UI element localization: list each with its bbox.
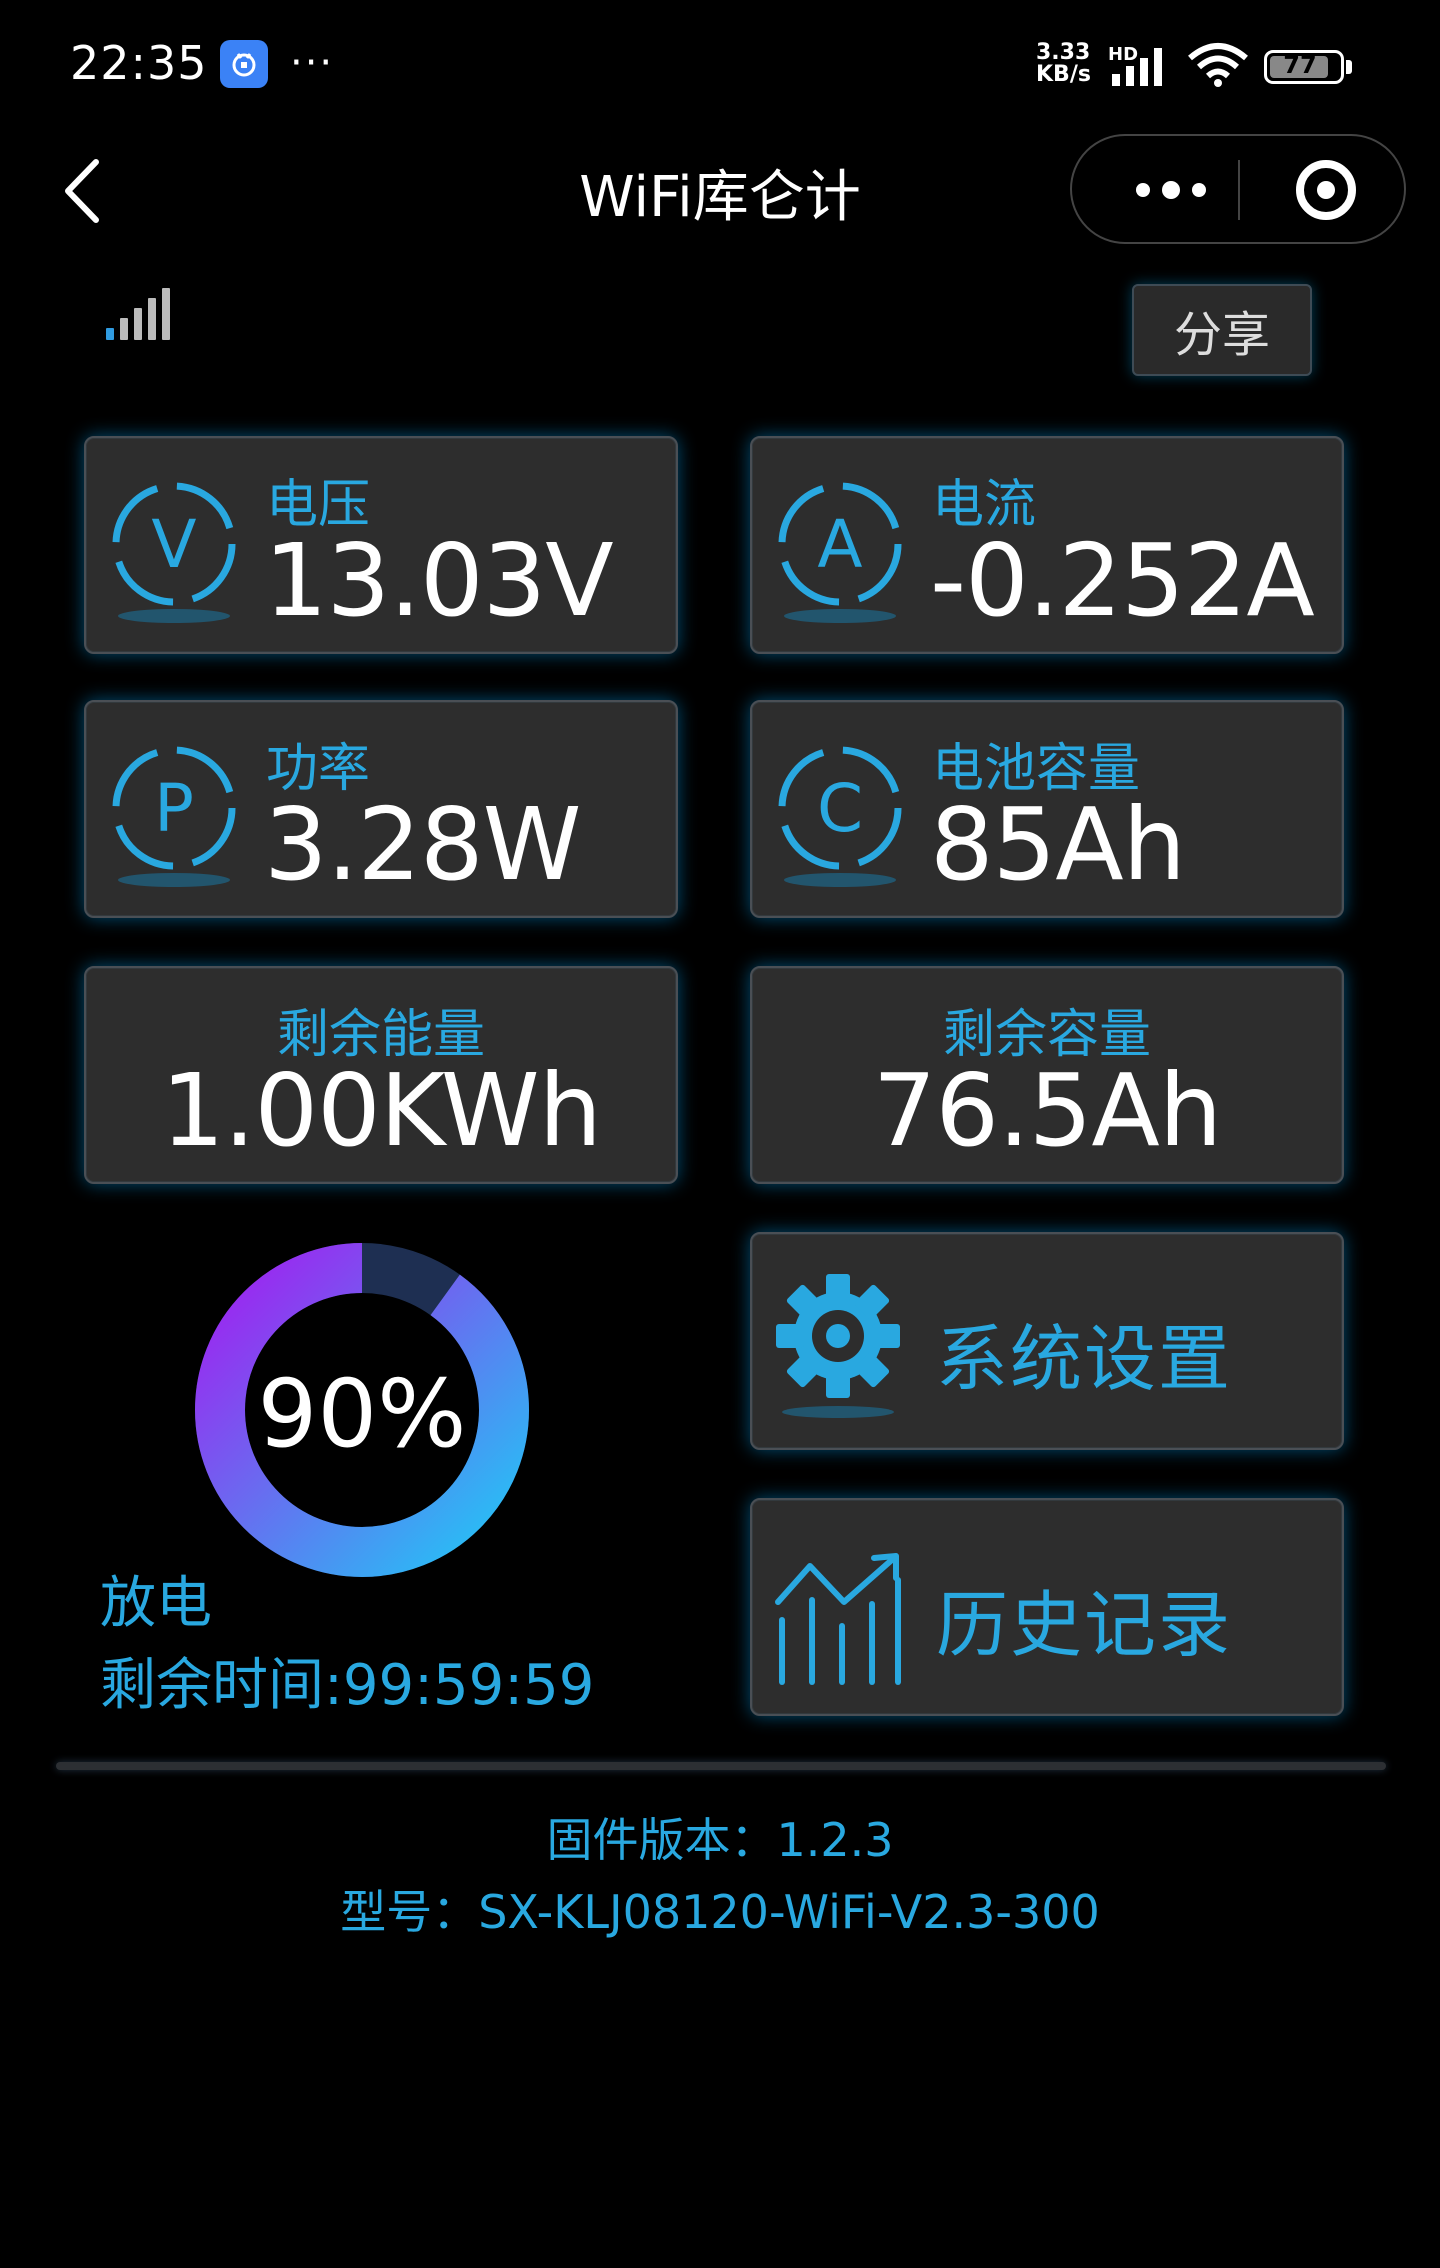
battery-level: 77 — [1283, 51, 1317, 79]
signal-bar — [148, 298, 156, 340]
wifi-icon — [1188, 43, 1248, 87]
current-icon-letter: A — [817, 506, 863, 583]
menu-dot — [1192, 183, 1206, 197]
device-signal-icon — [106, 284, 176, 340]
system-settings-button[interactable]: 系统设置 — [750, 1232, 1344, 1450]
network-speed-value: 3.33 — [1036, 40, 1091, 65]
capacity-icon-letter: C — [816, 770, 864, 847]
signal-bar — [106, 328, 114, 340]
status-more-icon: ··· — [290, 40, 335, 86]
system-settings-label: 系统设置 — [936, 1317, 1233, 1401]
charge-state: 放电 — [100, 1571, 212, 1636]
signal-bar — [120, 318, 128, 340]
menu-dot — [1136, 183, 1150, 197]
battery-icon: 77 — [1264, 50, 1344, 84]
battery-capacity-card: C 电池容量 85Ah — [750, 700, 1344, 918]
history-label: 历史记录 — [936, 1583, 1233, 1667]
soc-percent: 90% — [257, 1360, 467, 1469]
voltage-icon-letter: V — [151, 506, 197, 583]
capacity-value: 85Ah — [930, 786, 1186, 903]
current-gauge-icon: A — [774, 478, 914, 638]
signal-bar — [162, 288, 170, 340]
capacity-gauge-icon: C — [774, 742, 914, 902]
app-notification-icon — [220, 40, 268, 88]
battery-cap — [1346, 60, 1352, 74]
mini-program-capsule — [1070, 134, 1406, 244]
section-divider — [56, 1762, 1386, 1770]
chart-trend-icon — [775, 1553, 901, 1685]
device-model: 型号：SX-KLJ08120-WiFi-V2.3-300 — [340, 1885, 1100, 1939]
remaining-capacity-value: 76.5Ah — [872, 1052, 1222, 1169]
power-gauge-icon: P — [108, 742, 248, 902]
share-button[interactable]: 分享 — [1132, 284, 1312, 376]
voltage-gauge-icon: V — [108, 478, 248, 638]
remaining-time: 剩余时间:99:59:59 — [100, 1653, 595, 1718]
remaining-energy-value: 1.00KWh — [161, 1052, 602, 1169]
cell-signal-icon — [1112, 48, 1162, 86]
status-time: 22:35 — [70, 36, 208, 90]
network-speed: 3.33 KB/s — [1036, 42, 1091, 86]
signal-bar — [134, 308, 142, 340]
menu-dot — [1162, 181, 1180, 199]
firmware-version: 固件版本：1.2.3 — [546, 1813, 894, 1867]
gear-icon — [776, 1274, 900, 1418]
current-card: A 电流 -0.252A — [750, 436, 1344, 654]
network-speed-unit: KB/s — [1036, 62, 1091, 87]
more-menu-button[interactable] — [1116, 160, 1226, 220]
remaining-capacity-card: 剩余容量 76.5Ah — [750, 966, 1344, 1184]
voltage-value: 13.03V — [264, 522, 614, 639]
close-target-icon[interactable] — [1296, 160, 1356, 220]
power-icon-letter: P — [154, 770, 194, 847]
current-value: -0.252A — [930, 522, 1315, 639]
capsule-divider — [1238, 160, 1240, 220]
power-value: 3.28W — [264, 786, 582, 903]
history-button[interactable]: 历史记录 — [750, 1498, 1344, 1716]
remaining-energy-card: 剩余能量 1.00KWh — [84, 966, 678, 1184]
voltage-card: V 电压 13.03V — [84, 436, 678, 654]
power-card: P 功率 3.28W — [84, 700, 678, 918]
